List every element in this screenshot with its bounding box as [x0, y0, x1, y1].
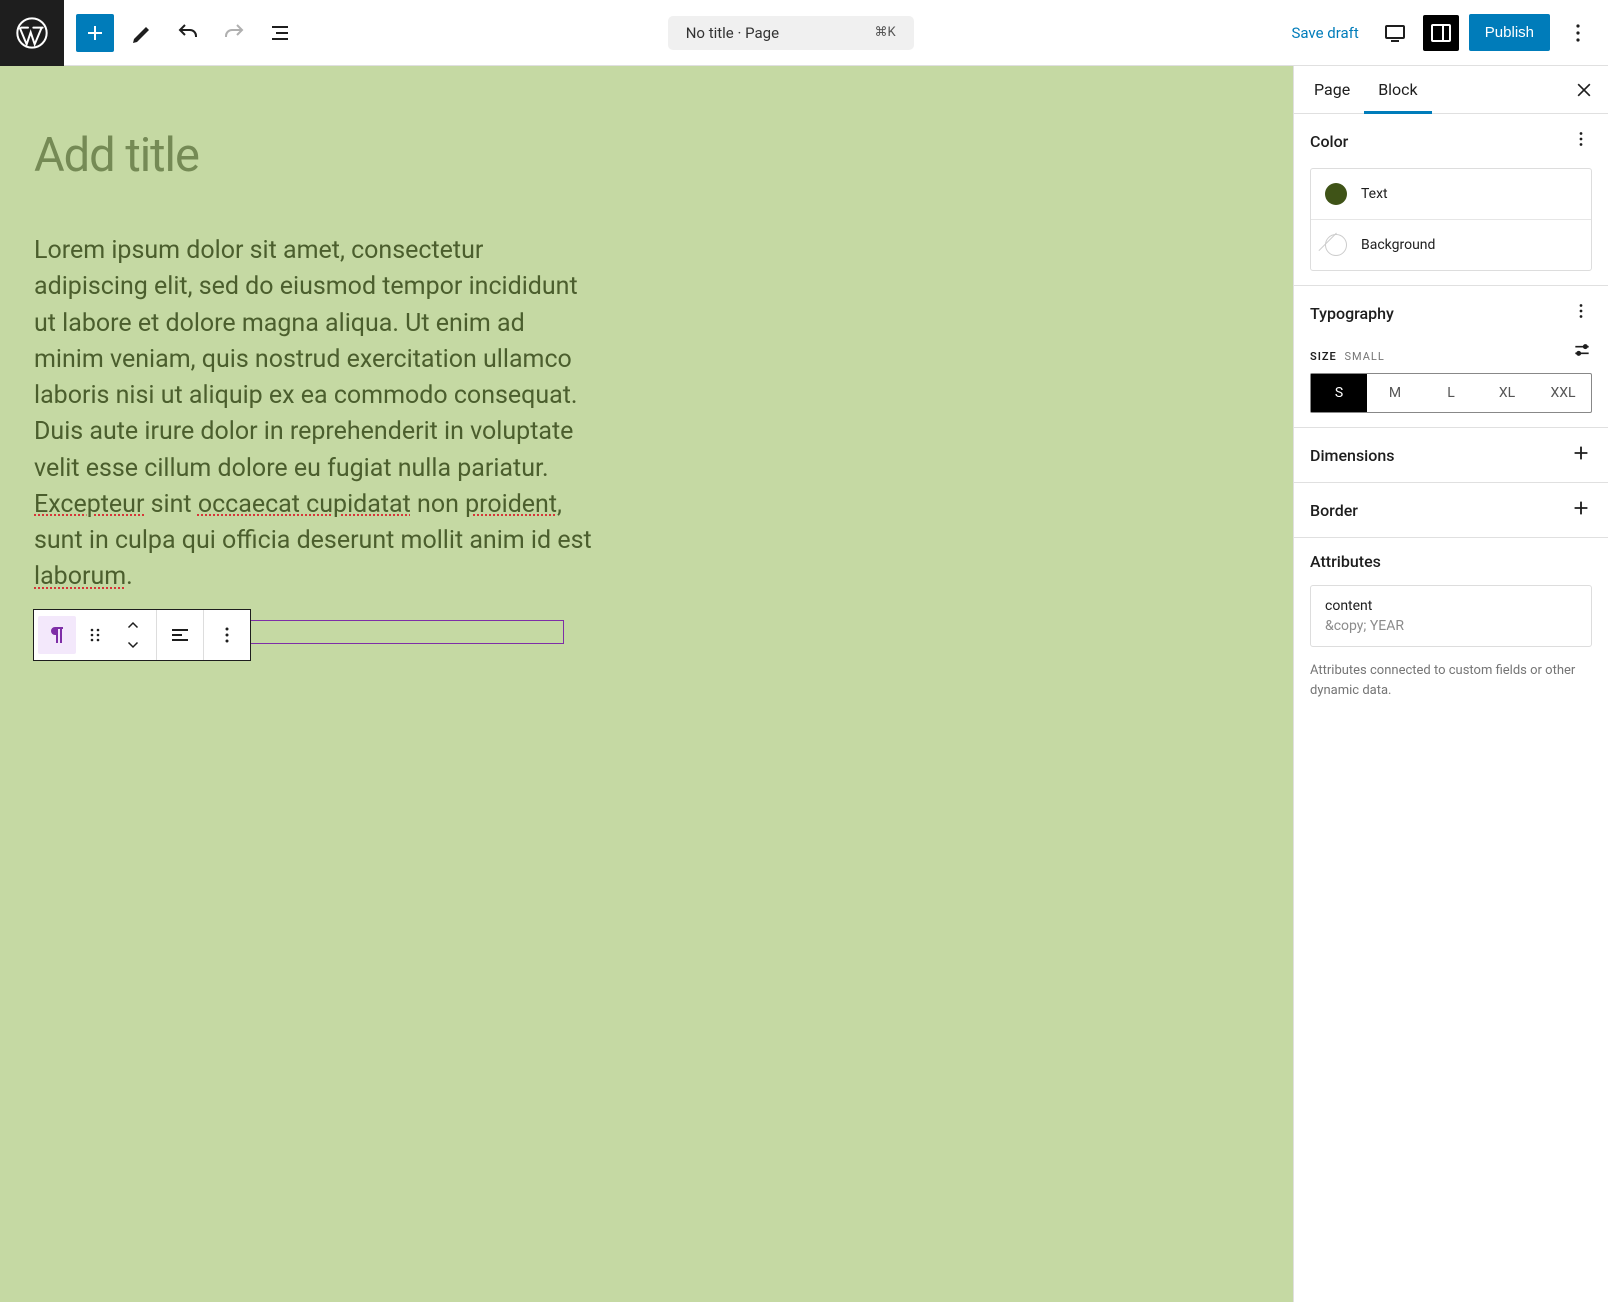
sidebar-tabs: Page Block	[1294, 66, 1608, 114]
move-down-icon[interactable]	[124, 635, 142, 653]
more-options-button[interactable]	[1560, 15, 1596, 51]
color-panel: Color Text Background	[1294, 114, 1608, 286]
attribute-card[interactable]: content &copy; YEAR	[1310, 585, 1592, 647]
block-more-options[interactable]	[208, 616, 246, 654]
settings-sidebar: Page Block Color Text Background	[1293, 66, 1608, 1302]
text-color-label: Text	[1361, 186, 1388, 202]
move-up-icon[interactable]	[124, 617, 142, 635]
kebab-icon	[1570, 300, 1592, 322]
background-color-label: Background	[1361, 237, 1435, 253]
main-area: Add title Lorem ipsum dolor sit amet, co…	[0, 66, 1608, 1302]
size-label: SIZE	[1310, 350, 1337, 363]
typography-panel: Typography SIZE SMALL SMLXLXXL	[1294, 286, 1608, 428]
close-sidebar-button[interactable]	[1566, 72, 1602, 108]
size-btn-s[interactable]: S	[1311, 374, 1367, 412]
text-color-row[interactable]: Text	[1311, 169, 1591, 220]
attribute-value: &copy; YEAR	[1325, 618, 1577, 634]
dimensions-add[interactable]	[1570, 442, 1592, 468]
block-movers[interactable]	[114, 616, 152, 654]
size-value: SMALL	[1344, 350, 1384, 363]
typography-menu[interactable]	[1570, 300, 1592, 326]
border-panel: Border	[1294, 483, 1608, 538]
size-btn-l[interactable]: L	[1423, 374, 1479, 412]
plus-icon	[1570, 442, 1592, 464]
toolbar-left-group	[64, 14, 310, 52]
attributes-panel: Attributes content &copy; YEAR Attribute…	[1294, 538, 1608, 714]
tab-page[interactable]: Page	[1300, 66, 1364, 113]
editor-canvas[interactable]: Add title Lorem ipsum dolor sit amet, co…	[0, 66, 1293, 1302]
border-title: Border	[1310, 501, 1358, 520]
document-title-pill[interactable]: No title · Page ⌘K	[668, 16, 914, 50]
publish-button[interactable]: Publish	[1469, 14, 1550, 51]
sliders-icon	[1572, 340, 1592, 360]
close-icon	[1574, 80, 1594, 100]
size-button-group: SMLXLXXL	[1310, 373, 1592, 413]
top-toolbar: No title · Page ⌘K Save draft Publish	[0, 0, 1608, 66]
toolbar-center: No title · Page ⌘K	[310, 16, 1271, 50]
settings-sidebar-toggle[interactable]	[1423, 15, 1459, 51]
color-panel-menu[interactable]	[1570, 128, 1592, 154]
redo-button[interactable]	[216, 15, 252, 51]
attributes-title: Attributes	[1310, 552, 1592, 571]
dimensions-title: Dimensions	[1310, 446, 1394, 465]
dimensions-panel: Dimensions	[1294, 428, 1608, 483]
typography-title: Typography	[1310, 304, 1394, 323]
post-title-placeholder[interactable]: Add title	[34, 128, 1259, 183]
background-color-row[interactable]: Background	[1311, 220, 1591, 270]
plus-icon	[1570, 497, 1592, 519]
size-custom-toggle[interactable]	[1572, 340, 1592, 363]
border-add[interactable]	[1570, 497, 1592, 523]
attribute-key: content	[1325, 598, 1577, 614]
command-shortcut: ⌘K	[875, 25, 896, 40]
paragraph-icon[interactable]	[38, 616, 76, 654]
block-toolbar	[33, 609, 251, 661]
view-button[interactable]	[1377, 15, 1413, 51]
toolbar-right-group: Save draft Publish	[1271, 14, 1608, 51]
attributes-description: Attributes connected to custom fields or…	[1310, 661, 1592, 700]
paragraph-block[interactable]: Lorem ipsum dolor sit amet, consectetur …	[34, 233, 594, 596]
size-btn-xxl[interactable]: XXL	[1535, 374, 1591, 412]
background-color-swatch	[1325, 234, 1347, 256]
drag-handle-icon[interactable]	[76, 616, 114, 654]
tab-block[interactable]: Block	[1364, 66, 1431, 113]
add-block-button[interactable]	[76, 14, 114, 52]
save-draft-link[interactable]: Save draft	[1283, 24, 1366, 42]
wordpress-logo[interactable]	[0, 0, 64, 66]
document-title-text: No title · Page	[686, 24, 779, 42]
size-btn-xl[interactable]: XL	[1479, 374, 1535, 412]
tools-button[interactable]	[124, 15, 160, 51]
undo-button[interactable]	[170, 15, 206, 51]
color-panel-title: Color	[1310, 132, 1348, 151]
document-outline-button[interactable]	[262, 15, 298, 51]
align-button[interactable]	[161, 616, 199, 654]
text-color-swatch	[1325, 183, 1347, 205]
size-btn-m[interactable]: M	[1367, 374, 1423, 412]
kebab-icon	[1570, 128, 1592, 150]
